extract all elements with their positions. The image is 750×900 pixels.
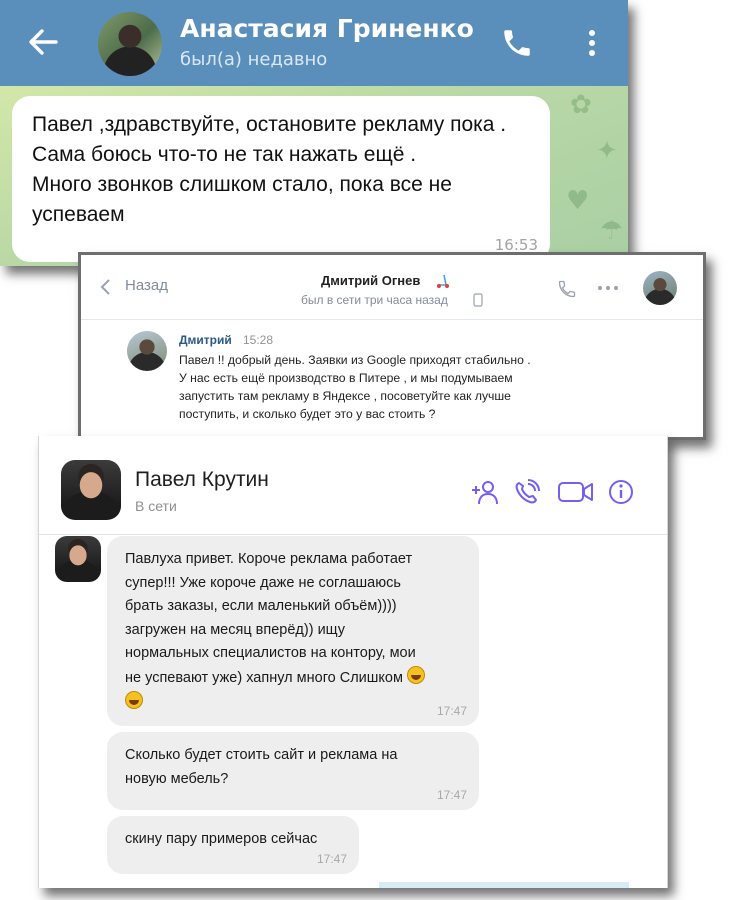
phone-icon[interactable] xyxy=(500,26,534,60)
doodle-icon: ♥ xyxy=(566,186,590,216)
message-avatar[interactable] xyxy=(55,536,101,582)
message-author[interactable]: Дмитрий xyxy=(179,333,232,347)
contact-status: был(а) недавно xyxy=(180,49,328,70)
mobile-phone-icon xyxy=(473,293,483,307)
contact-name[interactable]: Дмитрий Огнев xyxy=(321,273,420,288)
message-time: 15:28 xyxy=(243,333,274,347)
contact-name: Анастасия Гриненко xyxy=(180,14,474,43)
message-time: 17:47 xyxy=(436,788,467,802)
message-text: Павлуха привет. Короче реклама работает … xyxy=(125,548,425,715)
message-text-content: Павлуха привет. Короче реклама работает … xyxy=(125,551,416,686)
more-horizontal-icon[interactable] xyxy=(597,281,619,295)
rolling-laughing-emoji-icon xyxy=(125,690,143,709)
message-bubble[interactable]: Павлуха привет. Короче реклама работает … xyxy=(107,536,479,726)
call-icon[interactable] xyxy=(511,478,543,506)
message-time: 17:47 xyxy=(436,704,467,718)
contact-avatar[interactable] xyxy=(61,460,121,520)
telegram-chat-screenshot: Анастасия Гриненко был(а) недавно ✿ ✦ ♥ … xyxy=(0,0,628,266)
viber-header: Павел Крутин В сети xyxy=(39,436,667,535)
doodle-icon: ✿ xyxy=(570,90,592,120)
vk-chat-screenshot: Назад Дмитрий Огнев был в сети три часа … xyxy=(78,252,706,440)
more-vertical-icon[interactable] xyxy=(584,26,600,60)
add-participant-icon[interactable] xyxy=(469,478,501,506)
viber-chat-screenshot: Павел Крутин В сети Павлуха привет. Коро… xyxy=(38,436,668,888)
info-icon[interactable] xyxy=(606,478,636,506)
video-call-icon[interactable] xyxy=(557,478,595,506)
doodle-icon: ☂ xyxy=(600,216,624,246)
incoming-message-bubble[interactable]: Павел ,здравствуйте, остановите рекламу … xyxy=(12,96,550,262)
message-text: Сколько будет стоить сайт и реклама на н… xyxy=(125,747,398,787)
contact-status: В сети xyxy=(135,498,177,514)
rolling-laughing-emoji-icon xyxy=(407,665,425,684)
message-bubble[interactable]: скину пару примеров сейчас 17:47 xyxy=(107,816,359,874)
scooter-icon xyxy=(437,274,449,288)
contact-status: был в сети три часа назад xyxy=(301,293,448,307)
doodle-icon: ✦ xyxy=(596,136,618,166)
contact-avatar[interactable] xyxy=(98,12,162,76)
back-arrow-icon[interactable] xyxy=(26,24,60,60)
message-time: 17:47 xyxy=(316,852,347,866)
message-avatar[interactable] xyxy=(127,331,167,371)
phone-icon[interactable] xyxy=(557,279,577,299)
header-avatar[interactable] xyxy=(643,271,677,305)
back-button[interactable]: Назад xyxy=(99,277,199,299)
message-text: скину пару примеров сейчас xyxy=(125,831,318,847)
chevron-left-icon xyxy=(100,279,110,295)
outgoing-bubble-edge xyxy=(379,882,629,888)
contact-name: Павел Крутин xyxy=(135,468,269,491)
vk-header: Назад Дмитрий Огнев был в сети три часа … xyxy=(81,255,703,320)
back-label: Назад xyxy=(125,277,168,294)
message-text: Павел ,здравствуйте, остановите рекламу … xyxy=(32,113,507,226)
message-bubble[interactable]: Сколько будет стоить сайт и реклама на н… xyxy=(107,732,479,810)
message-text: Павел !! добрый день. Заявки из Google п… xyxy=(179,353,531,421)
